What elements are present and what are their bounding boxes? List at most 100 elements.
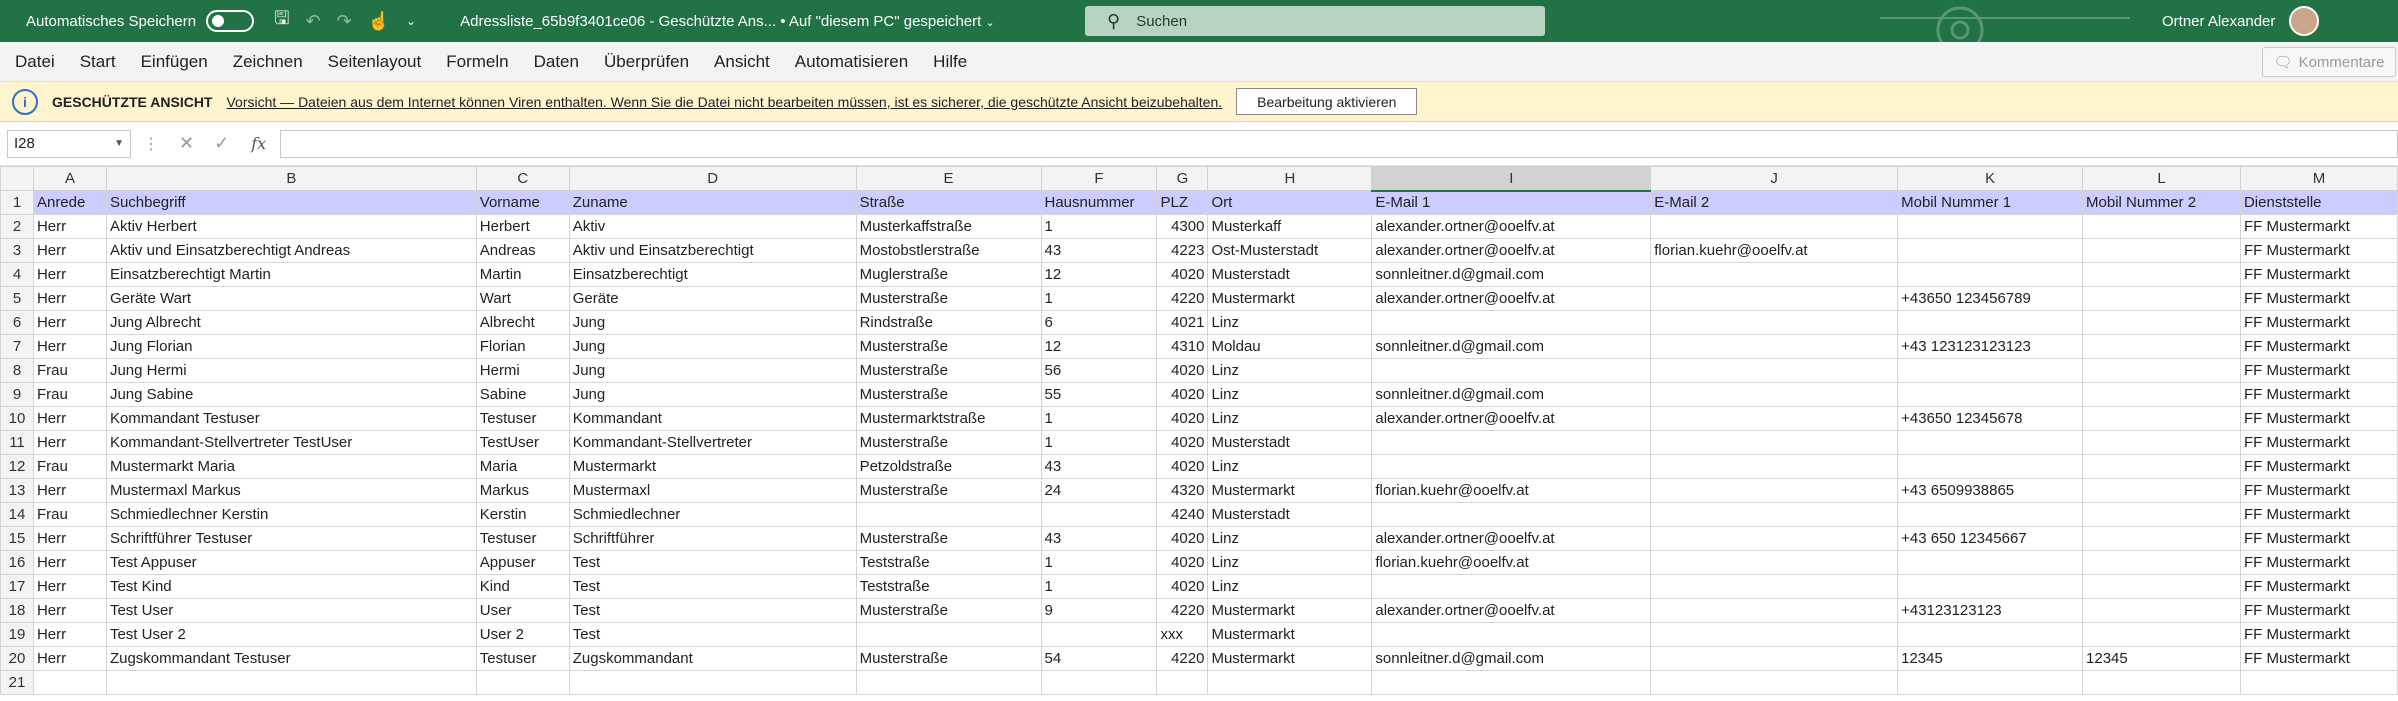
cell-l9[interactable] [2082,382,2241,407]
cell-i2[interactable]: alexander.ortner@ooelfv.at [1371,214,1652,239]
cell-a17[interactable]: Herr [32,574,107,599]
cell-e13[interactable]: Musterstraße [855,478,1042,503]
cell-m21[interactable] [2239,670,2398,695]
column-header-l[interactable]: L [2082,166,2241,191]
cell-a13[interactable]: Herr [32,478,107,503]
cell-l19[interactable] [2082,622,2241,647]
cell-d8[interactable]: Jung [568,358,857,383]
cell-f18[interactable]: 9 [1040,598,1158,623]
cell-m20[interactable]: FF Mustermarkt [2239,646,2398,671]
cell-i1[interactable]: E-Mail 1 [1371,190,1652,215]
cell-d12[interactable]: Mustermarkt [568,454,857,479]
cell-d13[interactable]: Mustermaxl [568,478,857,503]
cell-e21[interactable] [855,670,1042,695]
row-header[interactable]: 11 [0,430,34,455]
cell-j15[interactable] [1650,526,1899,551]
cell-f16[interactable]: 1 [1040,550,1158,575]
column-header-b[interactable]: B [105,166,477,191]
cell-b18[interactable]: Test User [105,598,477,623]
cell-m13[interactable]: FF Mustermarkt [2239,478,2398,503]
cell-j13[interactable] [1650,478,1899,503]
cell-g5[interactable]: 4220 [1156,286,1209,311]
cell-l15[interactable] [2082,526,2241,551]
cell-c4[interactable]: Martin [475,262,570,287]
cell-c3[interactable]: Andreas [475,238,570,263]
cell-b3[interactable]: Aktiv und Einsatzberechtigt Andreas [105,238,477,263]
cell-k5[interactable]: +43650 123456789 [1897,286,2084,311]
cell-a18[interactable]: Herr [32,598,107,623]
tab-ueberpruefen[interactable]: Überprüfen [604,52,689,72]
confirm-icon[interactable]: ✓ [214,133,229,154]
row-header[interactable]: 18 [0,598,34,623]
cell-l3[interactable] [2082,238,2241,263]
cell-j16[interactable] [1650,550,1899,575]
user-account[interactable]: Ortner Alexander [2162,0,2320,42]
cell-g12[interactable]: 4020 [1156,454,1209,479]
cell-f8[interactable]: 56 [1040,358,1158,383]
cell-i14[interactable] [1371,502,1652,527]
cell-g18[interactable]: 4220 [1156,598,1209,623]
row-header[interactable]: 21 [0,670,34,695]
cell-c13[interactable]: Markus [475,478,570,503]
cell-h12[interactable]: Linz [1207,454,1373,479]
cell-i20[interactable]: sonnleitner.d@gmail.com [1371,646,1652,671]
cell-e8[interactable]: Musterstraße [855,358,1042,383]
cell-l8[interactable] [2082,358,2241,383]
enable-editing-button[interactable]: Bearbeitung aktivieren [1236,88,1418,115]
cell-m19[interactable]: FF Mustermarkt [2239,622,2398,647]
cell-l21[interactable] [2082,670,2241,695]
cell-k15[interactable]: +43 650 12345667 [1897,526,2084,551]
cell-g17[interactable]: 4020 [1156,574,1209,599]
cell-k12[interactable] [1897,454,2084,479]
cell-f21[interactable] [1040,670,1158,695]
cell-m2[interactable]: FF Mustermarkt [2239,214,2398,239]
cell-b21[interactable] [105,670,477,695]
cell-a11[interactable]: Herr [32,430,107,455]
cell-g19[interactable]: xxx [1156,622,1209,647]
cell-c1[interactable]: Vorname [475,190,570,215]
cell-c11[interactable]: TestUser [475,430,570,455]
cell-d21[interactable] [568,670,857,695]
row-header[interactable]: 3 [0,238,34,263]
cell-g2[interactable]: 4300 [1156,214,1209,239]
cell-m10[interactable]: FF Mustermarkt [2239,406,2398,431]
cell-e6[interactable]: Rindstraße [855,310,1042,335]
cell-l10[interactable] [2082,406,2241,431]
cell-g11[interactable]: 4020 [1156,430,1209,455]
cell-g13[interactable]: 4320 [1156,478,1209,503]
cell-i3[interactable]: alexander.ortner@ooelfv.at [1371,238,1652,263]
formula-input[interactable] [280,129,2398,158]
cell-k20[interactable]: 12345 [1897,646,2084,671]
cell-c16[interactable]: Appuser [475,550,570,575]
touch-mode-icon[interactable]: ☝ [368,11,390,32]
cell-h11[interactable]: Musterstadt [1207,430,1373,455]
cell-m14[interactable]: FF Mustermarkt [2239,502,2398,527]
cell-h20[interactable]: Mustermarkt [1207,646,1373,671]
cell-l1[interactable]: Mobil Nummer 2 [2082,190,2241,215]
cell-b20[interactable]: Zugskommandant Testuser [105,646,477,671]
row-header[interactable]: 2 [0,214,34,239]
row-header[interactable]: 10 [0,406,34,431]
row-header[interactable]: 4 [0,262,34,287]
cell-b10[interactable]: Kommandant Testuser [105,406,477,431]
cell-d20[interactable]: Zugskommandant [568,646,857,671]
cell-a14[interactable]: Frau [32,502,107,527]
cell-a7[interactable]: Herr [32,334,107,359]
cell-a19[interactable]: Herr [32,622,107,647]
cell-f7[interactable]: 12 [1040,334,1158,359]
cell-g8[interactable]: 4020 [1156,358,1209,383]
cell-j8[interactable] [1650,358,1899,383]
column-header-j[interactable]: J [1650,166,1899,191]
cell-h6[interactable]: Linz [1207,310,1373,335]
cell-d19[interactable]: Test [568,622,857,647]
cell-g21[interactable] [1156,670,1209,695]
column-header-i[interactable]: I [1371,166,1652,192]
cell-f1[interactable]: Hausnummer [1040,190,1158,215]
cell-i11[interactable] [1371,430,1652,455]
cell-h9[interactable]: Linz [1207,382,1373,407]
cell-f10[interactable]: 1 [1040,406,1158,431]
cell-m7[interactable]: FF Mustermarkt [2239,334,2398,359]
cell-g6[interactable]: 4021 [1156,310,1209,335]
cell-m9[interactable]: FF Mustermarkt [2239,382,2398,407]
cell-h15[interactable]: Linz [1207,526,1373,551]
